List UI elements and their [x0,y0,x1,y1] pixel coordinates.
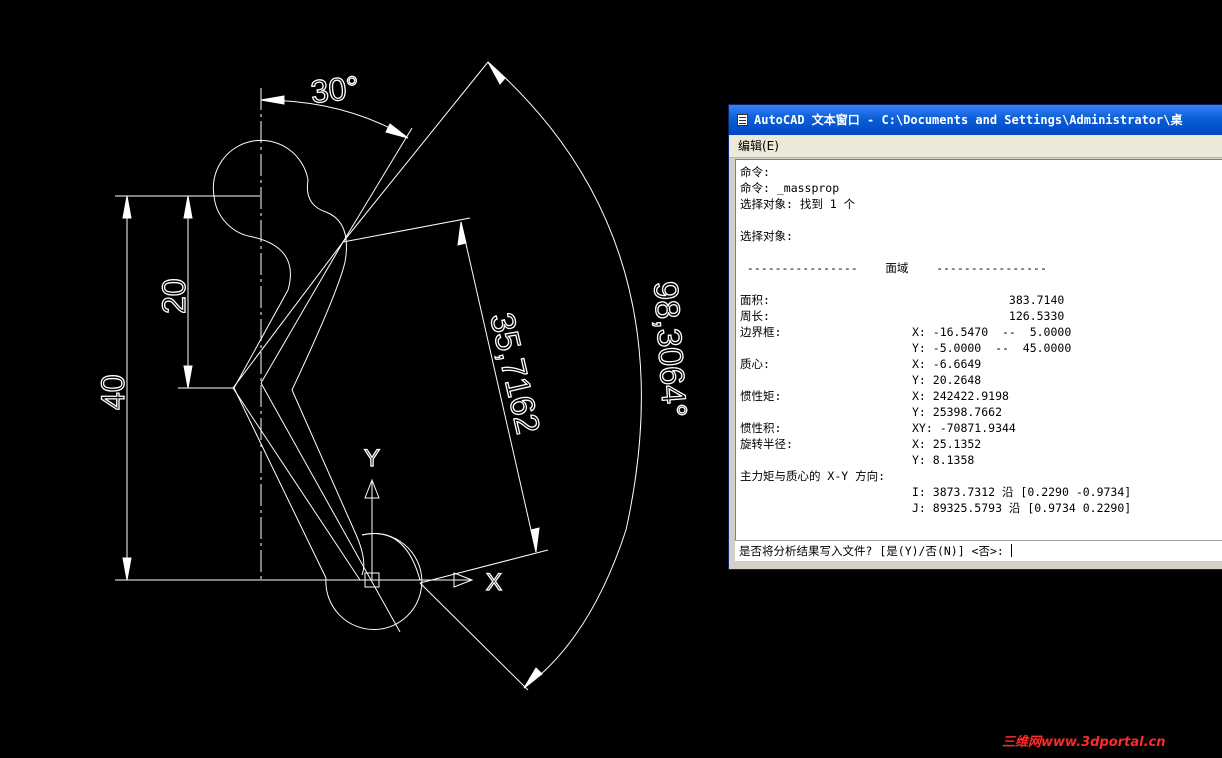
angle-98-arrow-bottom [523,667,543,689]
console-line-value: 383.7140 [912,293,1065,307]
console-line: 主力矩与质心的 X-Y 方向: [740,468,885,484]
console-line: 惯性积: XY: -70871.9344 [740,420,1016,436]
console-line-value: X: -16.5470 -- 5.0000 [912,325,1072,339]
dim-text-20: 20 [156,278,192,314]
console-line-value: Y: 8.1358 [912,453,975,467]
console-line: 惯性矩: X: 242422.9198 [740,388,1009,404]
console-line: 周长: 126.5330 [740,308,1064,324]
dim-20-arrow-bottom [183,365,193,389]
ucs-label-y: Y [364,445,380,472]
dim-text-35: 35,7162 [482,309,547,437]
console-line-label: 边界框: [740,325,782,339]
console-line: 命令: [740,164,770,180]
console-line-value: XY: -70871.9344 [912,421,1016,435]
window-title: AutoCAD 文本窗口 - C:\Documents and Settings… [754,113,1183,127]
ucs-label-x: X [486,569,502,596]
angle-30-arrow-right [385,123,409,139]
console-line-label: 主力矩与质心的 X-Y 方向: [740,469,886,483]
construction-line-5 [232,387,361,581]
dim-35-arrow-bottom [530,527,540,553]
console-line: 命令: _massprop [740,180,839,196]
console-line-label: 惯性积: [740,421,782,435]
menu-bar: 编辑(E) [729,135,1222,158]
console-line: 选择对象: 找到 1 个 [740,196,855,212]
text-window-titlebar[interactable]: AutoCAD 文本窗口 - C:\Documents and Settings… [729,105,1222,135]
construction-line-1 [232,241,344,389]
bottom-circle [325,533,423,630]
console-line-label: 命令: [740,165,770,179]
construction-line-7 [342,217,471,243]
dim-20-arrow-top [183,195,193,219]
console-line-value: J: 89325.5793 沿 [0.9734 0.2290] [912,501,1132,515]
prompt-text: 是否将分析结果写入文件? [是(Y)/否(N)] <否>: [739,544,1011,558]
command-prompt[interactable]: 是否将分析结果写入文件? [是(Y)/否(N)] <否>: [735,540,1222,561]
console-line-label: 质心: [740,357,770,371]
watermark: 三维网www.3dportal.cn [1002,734,1217,752]
construction-line-8 [419,549,549,584]
command-history[interactable]: 命令: 命令: _massprop 选择对象: 找到 1 个选择对象: ------… [735,159,1222,541]
autocad-text-window[interactable]: AutoCAD 文本窗口 - C:\Documents and Settings… [728,104,1222,570]
console-line-label: 惯性矩: [740,389,782,403]
console-line: 边界框: X: -16.5470 -- 5.0000 [740,324,1071,340]
console-line-label: 周长: [740,309,770,323]
console-line-value: Y: 25398.7662 [912,405,1003,419]
console-line-value: X: -6.6649 [912,357,982,371]
cad-drawing-area[interactable]: 30° 20 40 35,7162 98,3064° Y X [0,0,728,758]
autocad-app-icon[interactable] [737,114,748,126]
top-circle-lower [213,195,254,238]
console-line-label: 旋转半径: [740,437,793,451]
dim-text-98: 98,3064° [646,280,693,419]
construction-line-4 [342,61,489,243]
console-line: 面积: 383.7140 [740,292,1064,308]
console-line-label: 命令: _massprop [740,181,840,195]
console-line-label: 面积: [740,293,770,307]
console-line-value: X: 242422.9198 [912,389,1009,403]
dim-40-arrow-bottom [122,557,132,581]
dim-40-arrow-top [122,195,132,219]
angle-98-arrow-top [487,61,506,85]
console-line: ---------------- 面域 ---------------- [740,260,1047,276]
console-line: 选择对象: [740,228,793,244]
console-line-label: 选择对象: 找到 1 个 [740,197,856,211]
dim-35-arrow-top [457,221,467,246]
dim-text-40: 40 [95,374,131,410]
construction-line-9 [419,582,529,691]
console-line-label: 选择对象: [740,229,793,243]
construction-line-3 [342,127,413,243]
console-line-label: ---------------- 面域 ---------------- [740,261,1047,275]
console-line: 质心: X: -6.6649 [740,356,981,372]
construction-line-6 [260,382,401,633]
shape-outline [212,139,365,576]
angle-30-arrow-left [260,95,285,105]
shape-inner-line [233,236,327,579]
console-line-value: Y: 20.2648 [912,373,982,387]
menu-edit[interactable]: 编辑(E) [738,139,779,153]
console-line-value: Y: -5.0000 -- 45.0000 [912,341,1072,355]
console-line: 旋转半径: X: 25.1352 [740,436,981,452]
console-line-value: I: 3873.7312 沿 [0.2290 -0.9734] [912,485,1132,499]
dim-text-30: 30° [309,69,361,110]
console-line-value: 126.5330 [912,309,1065,323]
console-line-value: X: 25.1352 [912,437,982,451]
construction-line-2 [260,241,344,384]
text-caret [1010,544,1012,557]
